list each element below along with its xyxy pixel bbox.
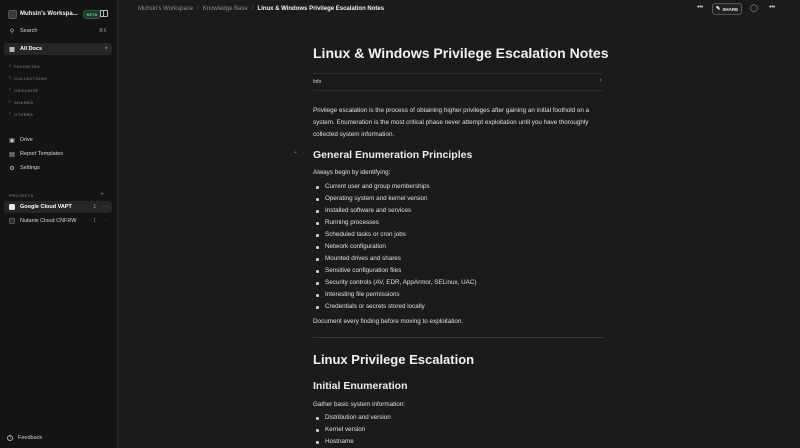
user-menu-icon[interactable]: •••	[769, 4, 775, 11]
intro-paragraph: Privilege escalation is the process of o…	[313, 107, 590, 138]
list-item: Mounted drives and shares	[313, 253, 477, 265]
section-others[interactable]: › OTHERS	[9, 111, 33, 117]
list-item: Network configuration	[313, 241, 477, 253]
section-organize[interactable]: › ORGANIZE	[9, 87, 38, 93]
section-collections[interactable]: › COLLECTIONS	[9, 75, 47, 81]
section-favorites[interactable]: › FAVORITES	[9, 63, 40, 69]
chevron-right-icon: ›	[599, 77, 602, 84]
block-handle[interactable]: + ⋮	[294, 150, 310, 156]
search-label: Search	[20, 28, 38, 34]
drive-icon: ▣	[9, 137, 15, 144]
project-icon	[9, 218, 15, 224]
section-lead: Gather basic system information:	[313, 401, 406, 408]
chevron-right-icon: ›	[9, 111, 12, 117]
docs-icon: ▦	[9, 46, 15, 53]
search-button[interactable]: ⚲ Search ⌘K	[4, 25, 112, 37]
sidebar-item-report-templates[interactable]: ▤ Report Templates	[4, 148, 112, 160]
list-item: Sensitive configuration files	[313, 265, 477, 277]
list-item: Security controls (AV, EDR, AppArmor, SE…	[313, 277, 477, 289]
breadcrumb-current: Linux & Windows Privilege Escalation Not…	[257, 6, 385, 12]
sidebar-toggle-icon[interactable]	[100, 10, 108, 17]
list-item: Distribution and version	[313, 412, 391, 424]
divider	[313, 337, 603, 338]
bell-icon[interactable]: ◯	[750, 4, 758, 12]
gear-icon: ⚙	[9, 165, 15, 172]
workspace-logo	[8, 9, 17, 19]
section-heading: General Enumeration Principles	[313, 149, 473, 161]
help-icon: ?	[7, 435, 13, 441]
breadcrumb-item[interactable]: Muhsin's Workspace	[138, 6, 193, 12]
breadcrumb-item[interactable]: Knowledge Base	[203, 6, 248, 12]
all-docs-label: All Docs	[20, 46, 43, 52]
project-item-nutanix-cloud[interactable]: Nutanix Cloud CNFRW 1 ⋯	[4, 215, 112, 227]
list-item: Installed software and services	[313, 205, 477, 217]
section-outro: Document every finding before moving to …	[313, 318, 464, 325]
page-title: Linux & Windows Privilege Escalation Not…	[313, 45, 609, 61]
feedback-button[interactable]: ? Feedback	[7, 435, 42, 441]
list-item: Credentials or secrets stored locally	[313, 301, 477, 313]
chevron-right-icon: ›	[9, 75, 12, 81]
chevron-right-icon: ›	[9, 63, 12, 69]
sidebar-item-settings[interactable]: ⚙ Settings	[4, 162, 112, 174]
projects-heading: PROJECTS	[9, 193, 34, 198]
sidebar-item-all-docs[interactable]: ▦ All Docs +	[4, 43, 112, 55]
sidebar: Muhsin's Workspa... BETA ⚲ Search ⌘K ▦ A…	[0, 0, 118, 448]
list-item: Kernel version	[313, 424, 391, 436]
plus-icon: +	[294, 150, 297, 156]
beta-badge: BETA	[82, 9, 102, 19]
search-icon: ⚲	[9, 28, 15, 35]
list-item: Interesting file permissions	[313, 289, 477, 301]
project-menu-icon[interactable]: 1 ⋯	[93, 204, 108, 210]
project-menu-icon[interactable]: 1 ⋯	[93, 218, 108, 224]
bullet-list: Current user and group memberships Opera…	[313, 181, 477, 313]
search-shortcut: ⌘K	[98, 28, 107, 34]
sidebar-item-drive[interactable]: ▣ Drive	[4, 134, 112, 146]
bullet-list: Distribution and version Kernel version …	[313, 412, 391, 448]
list-item: Hostname	[313, 436, 391, 448]
topbar: Muhsin's Workspace / Knowledge Base / Linux …	[118, 0, 800, 20]
list-item: Operating system and kernel version	[313, 193, 477, 205]
chevron-right-icon: ›	[9, 87, 12, 93]
chevron-right-icon: ›	[9, 99, 12, 105]
project-icon	[9, 204, 15, 210]
section-lead: Always begin by identifying:	[313, 169, 391, 176]
list-item: Running processes	[313, 217, 477, 229]
section-shared[interactable]: › SHARED	[9, 99, 33, 105]
list-item: Scheduled tasks or cron jobs	[313, 229, 477, 241]
share-button[interactable]: ✎ SHARE	[712, 3, 742, 15]
list-item: Current user and group memberships	[313, 181, 477, 193]
edit-icon: ✎	[715, 6, 721, 12]
subsection-heading: Initial Enumeration	[313, 380, 408, 392]
info-panel-toggle[interactable]: Info ›	[313, 73, 603, 91]
drag-handle-icon: ⋮	[300, 150, 306, 156]
breadcrumb: Muhsin's Workspace / Knowledge Base / Linux …	[138, 6, 385, 12]
info-label: Info	[313, 79, 322, 85]
section-heading: Linux Privilege Escalation	[313, 352, 475, 367]
workspace-name: Muhsin's Workspa...	[20, 11, 78, 17]
add-project-icon[interactable]: +	[100, 191, 104, 198]
new-doc-icon[interactable]: +	[104, 46, 108, 52]
template-icon: ▤	[9, 151, 15, 158]
project-item-google-cloud-vapt[interactable]: Google Cloud VAPT 1 ⋯	[4, 201, 112, 213]
more-options-icon[interactable]: •••	[697, 4, 703, 11]
